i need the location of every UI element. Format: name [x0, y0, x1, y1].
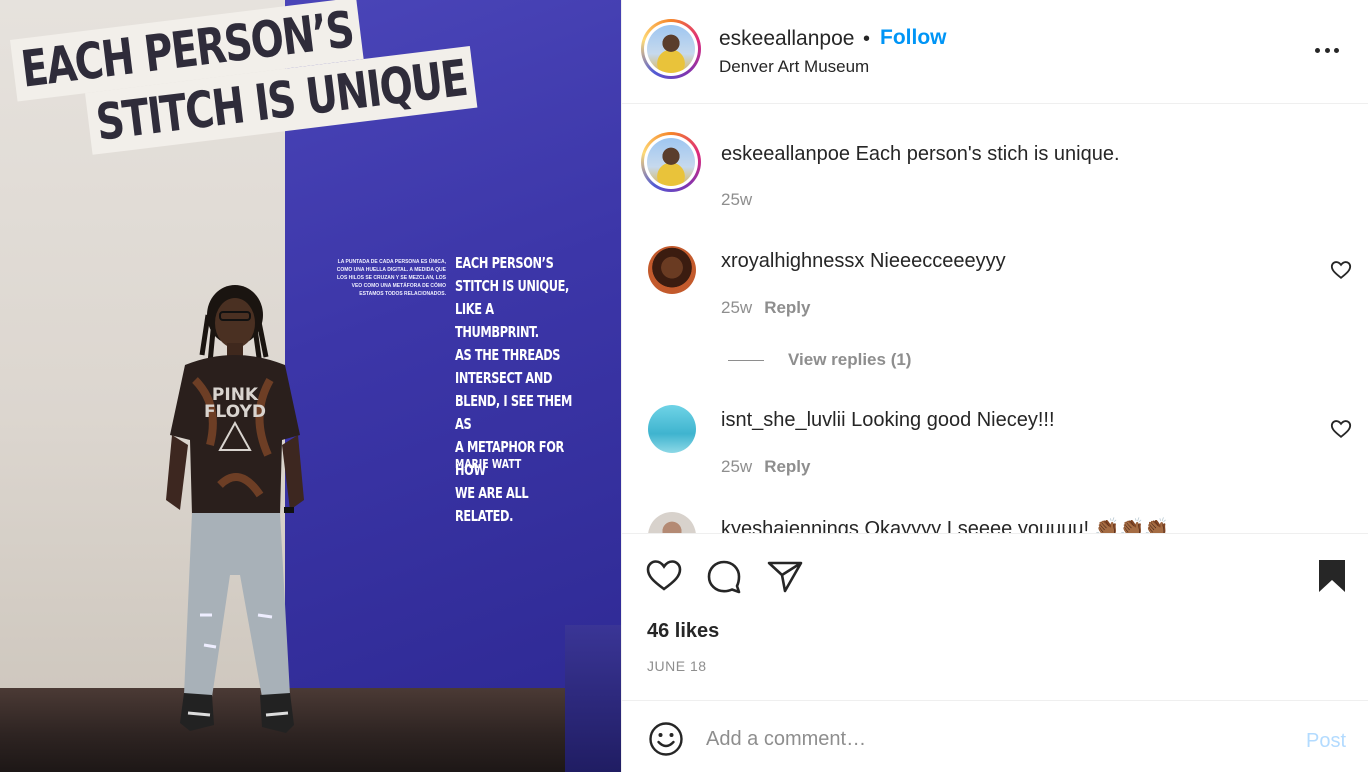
header-separator: •	[863, 28, 871, 50]
reply-button[interactable]: Reply	[764, 298, 810, 317]
share-icon[interactable]	[765, 556, 805, 596]
comments-list[interactable]: eskeeallanpoe Each person's stich is uni…	[622, 105, 1368, 533]
comment-meta: 25w Reply	[721, 457, 810, 477]
comment-text: xroyalhighnessx Nieeecceeeyyy	[721, 250, 1006, 273]
caption-age: 25w	[721, 190, 753, 209]
svg-text:FLOYD: FLOYD	[204, 402, 266, 422]
bookmark-icon[interactable]	[1312, 556, 1352, 596]
comment-username[interactable]: xroyalhighnessx	[721, 250, 864, 272]
comment-icon[interactable]	[704, 556, 744, 596]
plinth	[565, 625, 621, 772]
comment-input[interactable]	[706, 722, 1266, 756]
post-header: eskeeallanpoe • Follow Denver Art Museum	[622, 0, 1368, 104]
comment-age: 25w	[721, 457, 753, 476]
caption-avatar[interactable]	[641, 132, 701, 192]
more-icon[interactable]	[1312, 38, 1342, 62]
post-dialog: EACH PERSON’S STITCH IS UNIQUE La puntad…	[0, 0, 1368, 772]
post-photo[interactable]: EACH PERSON’S STITCH IS UNIQUE La puntad…	[0, 0, 621, 772]
post-side-panel: eskeeallanpoe • Follow Denver Art Museum…	[621, 0, 1368, 772]
wall-quote: EACH PERSON’S STITCH IS UNIQUE, LIKE A T…	[455, 254, 573, 525]
heart-icon[interactable]	[644, 556, 684, 596]
comment-text: kyeshajennings Okayyyy I seeee youuuu! 👏…	[721, 516, 1169, 533]
comment-text: isnt_she_luvlii Looking good Niecey!!!	[721, 409, 1055, 432]
view-replies-label[interactable]: View replies (1)	[788, 350, 911, 370]
post-button[interactable]: Post	[1306, 730, 1346, 753]
comment-composer: Post	[622, 702, 1368, 772]
header-username[interactable]: eskeeallanpoe	[719, 27, 854, 51]
comment-body: Nieeecceeeyyy	[869, 250, 1006, 272]
reply-button[interactable]: Reply	[764, 457, 810, 476]
spanish-text: La puntada de cada persona es única, com…	[336, 259, 446, 297]
post-date[interactable]: JUNE 18	[647, 658, 707, 674]
comment-heart-icon[interactable]	[1330, 259, 1352, 281]
comment-username[interactable]: kyeshajennings	[721, 518, 859, 533]
person-figure: PINK FLOYD	[166, 285, 304, 733]
header-location[interactable]: Denver Art Museum	[719, 57, 869, 77]
comment-body: Looking good Niecey!!!	[851, 409, 1055, 431]
action-bar: 46 likes JUNE 18	[622, 533, 1368, 701]
caption-username[interactable]: eskeeallanpoe	[721, 143, 850, 165]
commenter-avatar[interactable]	[648, 512, 696, 533]
commenter-avatar[interactable]	[648, 246, 696, 294]
comment-username[interactable]: isnt_she_luvlii	[721, 409, 846, 431]
view-replies-button[interactable]: View replies (1)	[728, 350, 911, 370]
comment-meta: 25w Reply	[721, 298, 810, 318]
comment-age: 25w	[721, 298, 753, 317]
header-avatar[interactable]	[641, 19, 701, 79]
caption-body: Each person's stich is unique.	[855, 143, 1120, 165]
quote-author: MARIE WATT	[455, 457, 522, 471]
commenter-avatar[interactable]	[648, 405, 696, 453]
emoji-icon[interactable]	[648, 721, 684, 757]
caption-text: eskeeallanpoe Each person's stich is uni…	[721, 143, 1120, 166]
follow-button[interactable]: Follow	[880, 26, 947, 50]
comment-body: Okayyyy I seeee youuuu! 👏🏾👏🏾👏🏾	[864, 518, 1170, 533]
likes-count[interactable]: 46 likes	[647, 620, 719, 643]
comment-heart-icon[interactable]	[1330, 418, 1352, 440]
